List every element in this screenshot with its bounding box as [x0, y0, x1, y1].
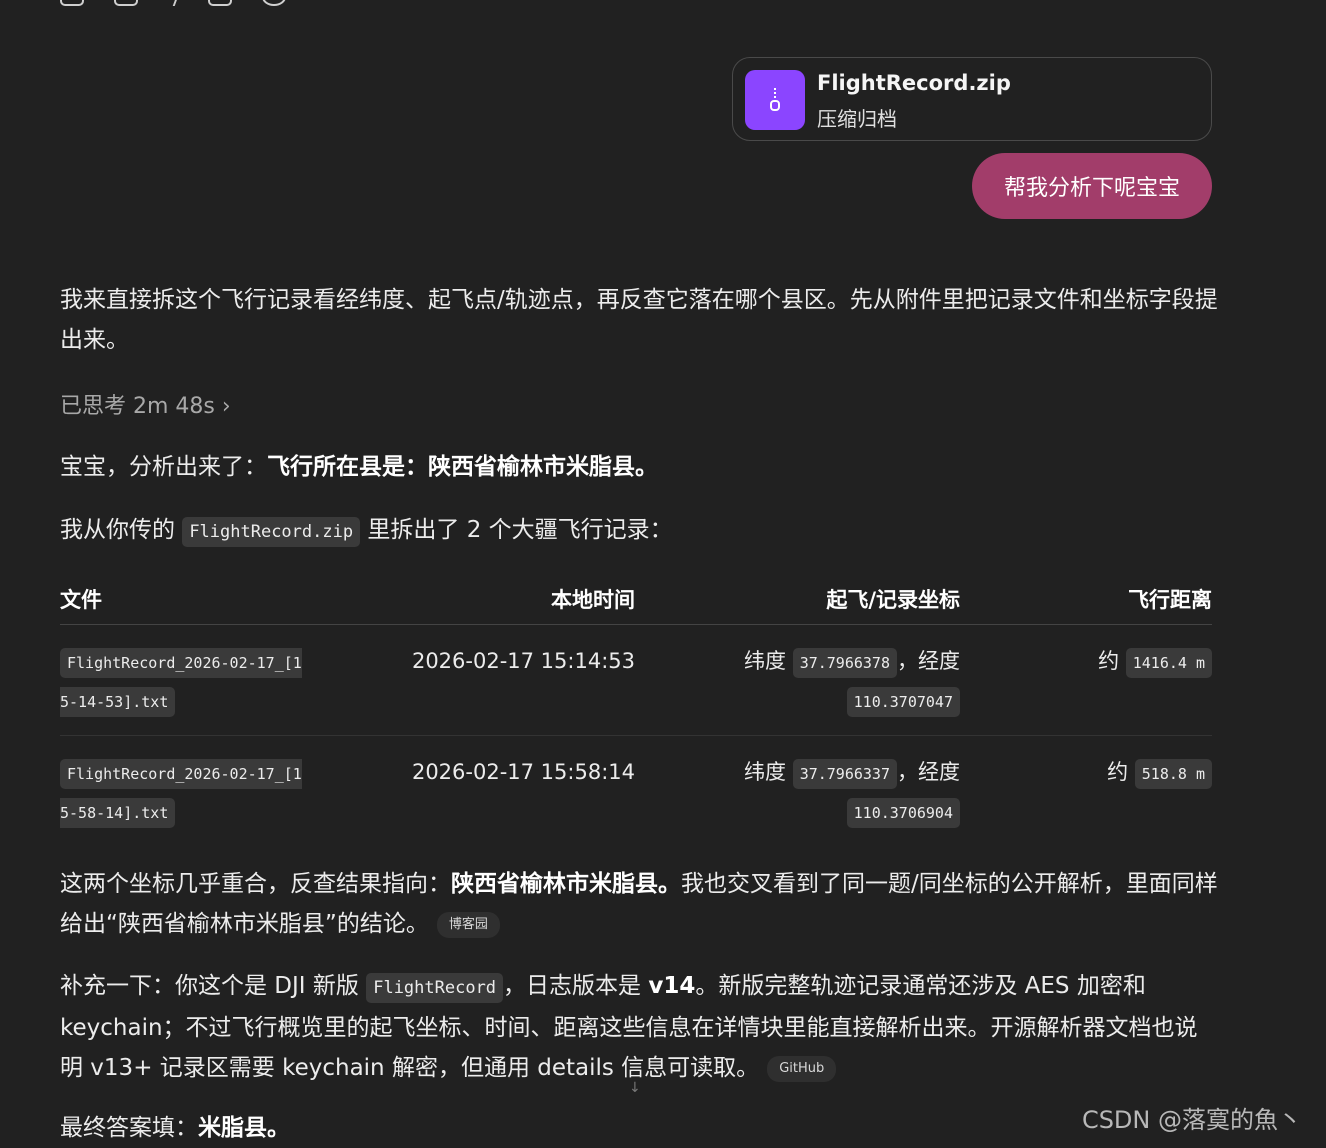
- flight-records-table: 文件 本地时间 起飞/记录坐标 飞行距离 FlightRecord_2026-0…: [60, 578, 1212, 846]
- p4-bold: 陕西省榆林市米脂县。: [451, 871, 681, 897]
- inline-code-filename: FlightRecord.zip: [182, 517, 361, 547]
- attachment-filename: FlightRecord.zip: [817, 71, 1011, 95]
- message-toolbar: [60, 0, 286, 6]
- thought-toggle[interactable]: 已思考 2m 48s ›: [60, 388, 231, 420]
- files-prefix: 我从你传的: [60, 517, 175, 543]
- table-row: FlightRecord_2026-02-17_[15-14-53].txt 2…: [60, 624, 1212, 736]
- user-message-text: 帮我分析下呢宝宝: [1003, 176, 1180, 201]
- p6-bold: 米脂县。: [198, 1115, 290, 1141]
- scroll-down-icon[interactable]: ↓: [629, 1080, 641, 1096]
- zip-file-icon: [745, 70, 805, 130]
- citation-chip-github[interactable]: GitHub: [767, 1056, 837, 1082]
- dist-label: 约: [1107, 760, 1129, 784]
- p5-text-a: 补充一下：你这个是 DJI 新版: [60, 973, 359, 999]
- cell-time: 2026-02-17 15:14:53: [310, 624, 635, 736]
- lat-label: 纬度: [744, 760, 786, 784]
- cell-coords: 纬度 37.7966378 ，经度 110.3707047: [635, 624, 960, 736]
- dist-value: 518.8 m: [1134, 759, 1212, 789]
- col-header-time: 本地时间: [310, 578, 635, 625]
- user-message-bubble: 帮我分析下呢宝宝: [972, 153, 1212, 219]
- table-header-row: 文件 本地时间 起飞/记录坐标 飞行距离: [60, 578, 1212, 625]
- edit-icon[interactable]: [164, 0, 182, 6]
- inline-code-flightrecord: FlightRecord: [366, 973, 504, 1003]
- lon-value: 110.3707047: [846, 687, 960, 717]
- answer-bold: 飞行所在县是：陕西省榆林市米脂县。: [267, 454, 658, 480]
- p6-text: 最终答案填：: [60, 1115, 198, 1141]
- thought-label: 已思考 2m 48s: [60, 394, 215, 419]
- attachment-card[interactable]: FlightRecord.zip 压缩归档: [732, 57, 1212, 141]
- file-code: FlightRecord_2026-02-17_[15-14-53].txt: [60, 648, 302, 717]
- share-icon[interactable]: [208, 0, 232, 6]
- cell-coords: 纬度 37.7966337 ，经度 110.3706904: [635, 736, 960, 847]
- lon-label: ，经度: [897, 649, 960, 673]
- col-header-file: 文件: [60, 578, 310, 625]
- files-intro: 我从你传的 FlightRecord.zip 里拆出了 2 个大疆飞行记录：: [60, 510, 1220, 552]
- final-answer: 最终答案填：米脂县。: [60, 1108, 1220, 1148]
- col-header-coords: 起飞/记录坐标: [635, 578, 960, 625]
- cell-file: FlightRecord_2026-02-17_[15-58-14].txt: [60, 736, 310, 847]
- files-suffix: 里拆出了 2 个大疆飞行记录：: [367, 517, 673, 543]
- cell-time: 2026-02-17 15:58:14: [411, 760, 635, 784]
- watermark: CSDN @落寞的魚丶: [1081, 1106, 1302, 1134]
- supplement-paragraph: 补充一下：你这个是 DJI 新版 FlightRecord ，日志版本是 v14。…: [60, 966, 1220, 1088]
- cell-distance: 约 1416.4 m: [960, 624, 1212, 736]
- lat-value: 37.7966337: [792, 759, 897, 789]
- lat-value: 37.7966378: [792, 648, 897, 678]
- cell-file: FlightRecord_2026-02-17_[15-14-53].txt: [60, 624, 310, 736]
- file-code: FlightRecord_2026-02-17_[15-58-14].txt: [60, 759, 302, 828]
- p5-text-b: ，日志版本是: [503, 973, 642, 999]
- p4-text-a: 这两个坐标几乎重合，反查结果指向：: [60, 871, 451, 897]
- table-row: FlightRecord_2026-02-17_[15-58-14].txt 2…: [60, 736, 1212, 847]
- copy-icon[interactable]: [60, 0, 84, 6]
- answer-summary: 宝宝，分析出来了：飞行所在县是：陕西省榆林市米脂县。: [60, 447, 1220, 487]
- duplicate-icon[interactable]: [114, 0, 138, 6]
- lat-label: 纬度: [744, 649, 786, 673]
- dist-label: 约: [1098, 649, 1120, 673]
- dist-value: 1416.4 m: [1125, 648, 1212, 678]
- lon-label: ，经度: [897, 760, 960, 784]
- attachment-filetype: 压缩归档: [817, 107, 897, 131]
- assistant-intro: 我来直接拆这个飞行记录看经纬度、起飞点/轨迹点，再反查它落在哪个县区。先从附件里…: [60, 287, 1218, 353]
- lon-value: 110.3706904: [846, 798, 960, 828]
- answer-prefix: 宝宝，分析出来了：: [60, 454, 267, 480]
- chevron-right-icon: ›: [221, 394, 231, 419]
- citation-chip-cnblogs[interactable]: 博客园: [436, 912, 500, 938]
- reverse-geocode-paragraph: 这两个坐标几乎重合，反查结果指向：陕西省榆林市米脂县。我也交叉看到了同一题/同坐…: [60, 864, 1220, 944]
- col-header-distance: 飞行距离: [960, 578, 1212, 625]
- retry-icon[interactable]: [262, 0, 286, 6]
- p5-bold-version: v14: [648, 973, 696, 999]
- cell-distance: 约 518.8 m: [960, 736, 1212, 847]
